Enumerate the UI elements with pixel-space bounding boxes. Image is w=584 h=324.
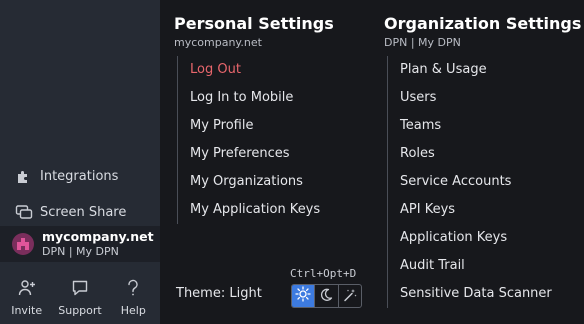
help-button[interactable]: Help	[107, 270, 159, 324]
my-profile-link[interactable]: My Profile	[190, 112, 320, 140]
puzzle-icon	[14, 166, 34, 186]
theme-switcher	[291, 284, 362, 308]
account-org: DPN | My DPN	[42, 245, 119, 258]
magic-wand-icon	[343, 287, 357, 306]
help-label: Help	[120, 304, 146, 317]
account-name: mycompany.net	[42, 229, 154, 244]
sidebar-item-label: Integrations	[40, 168, 119, 184]
sidebar-item-integrations[interactable]: Integrations	[0, 158, 160, 194]
personal-settings-title: Personal Settings	[174, 14, 334, 33]
theme-auto-button[interactable]	[339, 285, 361, 307]
api-keys-link[interactable]: API Keys	[400, 196, 552, 224]
personal-settings-list: Log Out Log In to Mobile My Profile My P…	[177, 56, 320, 224]
account-switcher[interactable]: mycompany.net DPN | My DPN	[0, 226, 160, 262]
users-link[interactable]: Users	[400, 84, 552, 112]
sidebar-item-label: Screen Share	[40, 204, 127, 220]
my-organizations-link[interactable]: My Organizations	[190, 168, 320, 196]
screen-share-icon	[14, 202, 34, 222]
log-in-to-mobile-link[interactable]: Log In to Mobile	[190, 84, 320, 112]
theme-light-button[interactable]	[292, 285, 316, 307]
roles-link[interactable]: Roles	[400, 140, 552, 168]
my-preferences-link[interactable]: My Preferences	[190, 140, 320, 168]
support-label: Support	[58, 304, 102, 317]
sidebar-item-screen-share[interactable]: Screen Share	[0, 194, 160, 230]
invite-button[interactable]: Invite	[1, 270, 53, 324]
theme-label: Theme: Light	[176, 286, 262, 301]
application-keys-link[interactable]: Application Keys	[400, 224, 552, 252]
log-out-link[interactable]: Log Out	[190, 56, 320, 84]
personal-settings-subtitle: mycompany.net	[174, 36, 262, 49]
sun-icon	[295, 286, 311, 306]
avatar	[12, 233, 34, 255]
plan-usage-link[interactable]: Plan & Usage	[400, 56, 552, 84]
teams-link[interactable]: Teams	[400, 112, 552, 140]
theme-shortcut-hint: Ctrl+Opt+D	[290, 267, 357, 280]
invite-label: Invite	[11, 304, 43, 317]
theme-dark-button[interactable]	[315, 285, 339, 307]
question-icon	[121, 276, 145, 300]
organization-settings-subtitle: DPN | My DPN	[384, 36, 461, 49]
moon-icon	[319, 287, 333, 306]
service-accounts-link[interactable]: Service Accounts	[400, 168, 552, 196]
sidebar-bottom-bar: Invite Support Help	[0, 270, 160, 324]
sidebar-nav: Integrations Screen Share	[0, 158, 160, 230]
my-application-keys-link[interactable]: My Application Keys	[190, 196, 320, 224]
support-button[interactable]: Support	[54, 270, 106, 324]
sidebar: Integrations Screen Share mycompany.net …	[0, 0, 160, 324]
organization-settings-title: Organization Settings	[384, 14, 582, 33]
organization-settings-list: Plan & Usage Users Teams Roles Service A…	[387, 56, 552, 308]
audit-trail-link[interactable]: Audit Trail	[400, 252, 552, 280]
sensitive-data-scanner-link[interactable]: Sensitive Data Scanner	[400, 280, 552, 308]
chat-icon	[68, 276, 92, 300]
add-user-icon	[15, 276, 39, 300]
